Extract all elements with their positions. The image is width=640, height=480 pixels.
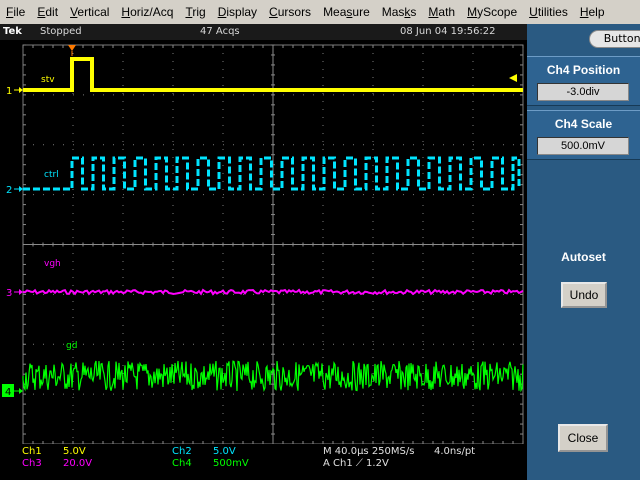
ch3-label: Ch3 <box>22 458 42 469</box>
ch4-scale-value[interactable]: 500.0mV <box>537 137 629 155</box>
ch4-trace-label: gd <box>66 341 77 351</box>
buttons-toggle-button[interactable]: Buttons <box>589 30 640 48</box>
menu-masks[interactable]: Masks <box>376 5 423 19</box>
scale-readout: Ch1 5.0V Ch2 5.0V Ch3 20.0V Ch4 500mV M … <box>0 444 527 480</box>
ch2-marker-label[interactable]: 2 <box>6 185 12 196</box>
trigger-readout: A Ch1 ⟋ 1.2V <box>323 458 389 469</box>
resolution-readout: 4.0ns/pt <box>434 446 476 457</box>
menu-file[interactable]: File <box>0 5 31 19</box>
menu-trig[interactable]: Trig <box>179 5 211 19</box>
ch4-scale-control[interactable]: Ch4 Scale 500.0mV <box>527 110 640 160</box>
ch3-scale: 20.0V <box>63 458 93 469</box>
ch2-trace-label: ctrl <box>44 170 59 180</box>
ch4-position-value[interactable]: -3.0div <box>537 83 629 101</box>
menu-edit[interactable]: Edit <box>31 5 64 19</box>
brand-label: Tek <box>3 26 22 37</box>
menu-cursors[interactable]: Cursors <box>263 5 317 19</box>
ch4-label: Ch4 <box>172 458 192 469</box>
timestamp: 08 Jun 04 19:56:22 <box>400 26 496 37</box>
menu-horizacq[interactable]: Horiz/Acq <box>115 5 179 19</box>
status-bar: Tek Stopped 47 Acqs 08 Jun 04 19:56:22 <box>0 24 527 40</box>
ch4-position-control[interactable]: Ch4 Position -3.0div <box>527 56 640 106</box>
ch2-label: Ch2 <box>172 446 192 457</box>
menu-display[interactable]: Display <box>212 5 263 19</box>
ch3-trace-label: vgh <box>44 259 61 269</box>
ch4-marker-label: 4 <box>5 387 11 398</box>
menu-utilities[interactable]: Utilities <box>523 5 574 19</box>
ch4-scale-title: Ch4 Scale <box>554 117 613 131</box>
ch2-scale: 5.0V <box>213 446 236 457</box>
menu-myscope[interactable]: MyScope <box>461 5 523 19</box>
menu-math[interactable]: Math <box>422 5 461 19</box>
ch1-marker-label[interactable]: 1 <box>6 86 12 97</box>
horizontal-readout: M 40.0µs 250MS/s <box>323 446 415 457</box>
ch3-marker-label[interactable]: 3 <box>6 288 12 299</box>
control-panel: Buttons Ch4 Position -3.0div Ch4 Scale 5… <box>527 24 640 480</box>
run-state: Stopped <box>40 26 82 37</box>
acquisition-count: 47 Acqs <box>200 26 240 37</box>
menu-help[interactable]: Help <box>574 5 611 19</box>
ch1-scale: 5.0V <box>63 446 86 457</box>
close-button[interactable]: Close <box>558 424 608 452</box>
menu-measure[interactable]: Measure <box>317 5 376 19</box>
ch1-label: Ch1 <box>22 446 42 457</box>
menu-bar: File Edit Vertical Horiz/Acq Trig Display Curs… <box>0 0 640 24</box>
menu-vertical[interactable]: Vertical <box>64 5 115 19</box>
ch4-scale: 500mV <box>213 458 249 469</box>
ch1-trace-label: stv <box>41 75 55 85</box>
waveform-display[interactable]: stv ctrl vgh gd 1 2 3 4 <box>0 40 527 444</box>
undo-button[interactable]: Undo <box>561 282 607 308</box>
autoset-label: Autoset <box>561 250 606 264</box>
ch4-position-title: Ch4 Position <box>546 63 621 77</box>
